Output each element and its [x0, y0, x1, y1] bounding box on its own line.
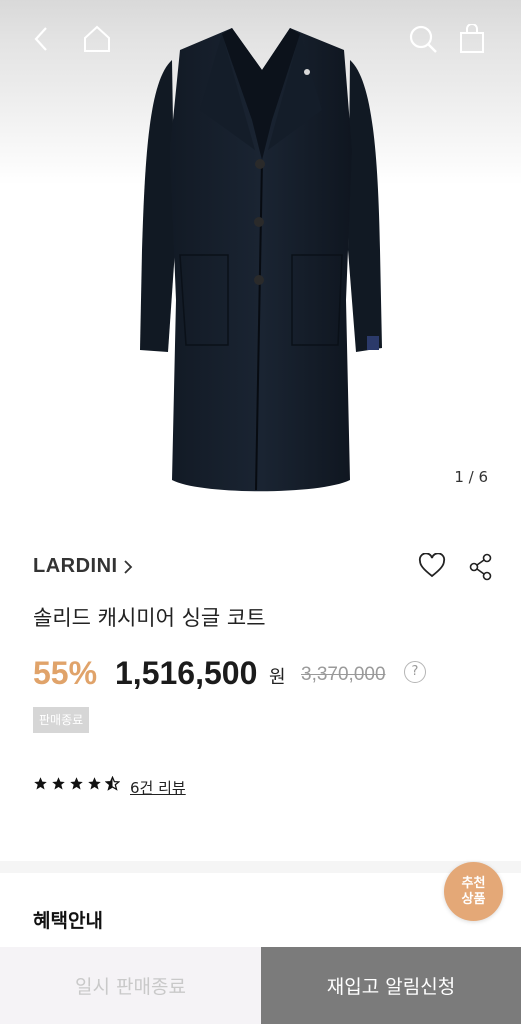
discount-rate: 55% — [33, 655, 98, 691]
sold-out-button[interactable]: 일시 판매종료 — [0, 947, 261, 1024]
search-button[interactable] — [406, 22, 440, 56]
bottom-action-bar: 일시 판매종료 재입고 알림신청 — [0, 947, 521, 1024]
chevron-left-icon — [34, 27, 47, 51]
brand-row: LARDINI — [33, 553, 493, 583]
rating-row: 6건 리뷰 — [33, 776, 333, 800]
star-rating — [33, 776, 120, 791]
top-navigation-bar — [0, 0, 521, 80]
star-icon — [52, 777, 65, 790]
cart-button[interactable] — [455, 22, 489, 56]
benefit-section-title[interactable]: 혜택안내 — [33, 906, 103, 933]
chevron-right-icon[interactable] — [123, 559, 133, 575]
currency-unit: 원 — [269, 667, 286, 688]
search-icon — [409, 25, 437, 53]
price-help-icon[interactable]: ? — [404, 661, 426, 683]
heart-icon[interactable] — [418, 553, 446, 579]
status-badge: 판매종료 — [33, 707, 90, 733]
original-price: 3,370,000 — [301, 664, 386, 685]
fab-label-line2: 상품 — [461, 891, 486, 907]
share-icon[interactable] — [468, 553, 494, 581]
image-page-indicator: 1 / 6 — [454, 468, 488, 486]
shopping-bag-icon — [460, 24, 484, 53]
review-count-link[interactable]: 6건 리뷰 — [130, 777, 186, 798]
brand-link[interactable]: LARDINI — [33, 555, 118, 578]
product-name: 솔리드 캐시미어 싱글 코트 — [33, 606, 266, 630]
star-icon — [88, 777, 101, 790]
section-divider — [0, 861, 521, 873]
home-icon — [84, 25, 110, 52]
recommended-products-button[interactable]: 추천 상품 — [444, 862, 503, 921]
product-image-gallery[interactable]: 1 / 6 — [0, 0, 521, 520]
sale-price: 1,516,500 — [115, 655, 258, 691]
fab-label-line1: 추천 — [461, 875, 486, 891]
home-button[interactable] — [80, 22, 114, 56]
half-star-icon — [105, 776, 120, 791]
back-button[interactable] — [24, 22, 58, 56]
star-icon — [70, 777, 83, 790]
restock-alert-button[interactable]: 재입고 알림신청 — [261, 947, 521, 1024]
price-row: 55% 1,516,500 원 3,370,000 ? — [33, 655, 493, 695]
star-icon — [34, 777, 47, 790]
